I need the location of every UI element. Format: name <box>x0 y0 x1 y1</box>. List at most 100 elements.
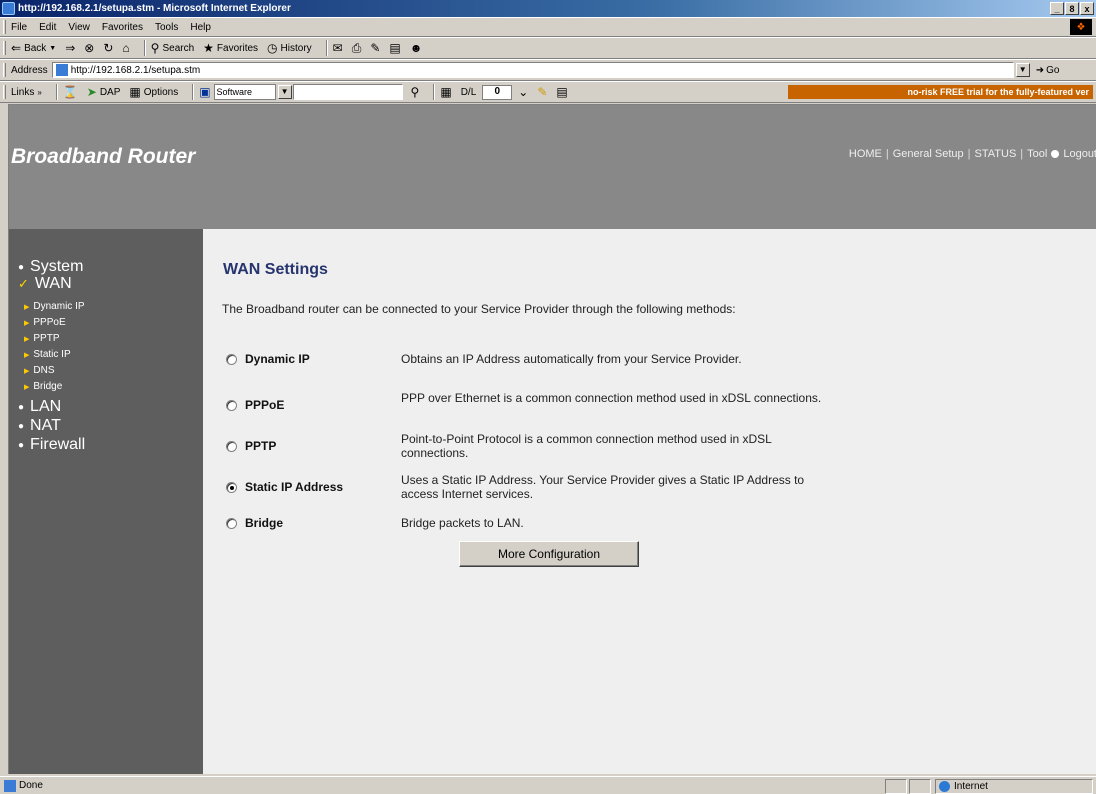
brand-title: Broadband Router <box>11 145 196 168</box>
nav-tool-link[interactable]: Tool <box>1027 148 1047 160</box>
double-chevron-icon: ⌄ <box>518 85 529 99</box>
triangle-icon: ▶ <box>24 303 30 311</box>
sidebar-sub-pptp[interactable]: ▶ PPTP <box>24 333 60 344</box>
toolbar-grip[interactable] <box>3 63 6 77</box>
bullet-icon: ● <box>18 420 25 432</box>
radio-pptp[interactable] <box>226 441 237 452</box>
sidebar-item-system[interactable]: ● System <box>18 258 83 276</box>
ie-icon <box>2 2 15 15</box>
search-input[interactable] <box>292 84 403 100</box>
software-select[interactable]: Software <box>213 84 276 100</box>
logout-dot-icon <box>1051 150 1060 158</box>
menu-file[interactable]: File <box>11 22 27 33</box>
sidebar-item-nat[interactable]: ● NAT <box>18 417 61 435</box>
hourglass-icon: ⌛ <box>62 85 78 99</box>
highlight-button[interactable]: ✎ <box>537 86 547 98</box>
option-desc: Obtains an IP Address automatically from… <box>401 352 742 366</box>
option-bridge: Bridge Bridge packets to LAN. <box>203 515 1096 549</box>
dl-counter: 0 <box>482 84 513 100</box>
menu-view[interactable]: View <box>68 22 90 33</box>
sidebar-sub-static-ip[interactable]: ▶ Static IP <box>24 349 71 360</box>
history-button[interactable]: ◷ History <box>267 42 312 54</box>
toolbar-grip[interactable] <box>3 85 6 99</box>
status-text: Done <box>19 780 43 791</box>
chevron-icon: » <box>37 87 42 97</box>
radio-static-ip[interactable] <box>226 482 237 493</box>
maximize-button[interactable]: 8 <box>1065 2 1079 15</box>
radio-pppoe[interactable] <box>226 400 237 411</box>
option-label: Static IP Address <box>245 480 344 494</box>
router-page: Broadband Router HOME | General Setup | … <box>8 104 1096 774</box>
go-button[interactable]: ➜ Go <box>1036 65 1060 76</box>
mail-icon: ✉ <box>332 41 343 55</box>
options-button[interactable]: ▦ Options <box>129 86 178 98</box>
nav-home-link[interactable]: HOME <box>849 148 882 160</box>
sidebar-sub-bridge[interactable]: ▶ Bridge <box>24 381 62 392</box>
page-header: Broadband Router HOME | General Setup | … <box>9 105 1096 229</box>
magnifier-icon: ⚲ <box>410 85 420 99</box>
links-button[interactable]: Links» <box>11 87 42 98</box>
sidebar-item-firewall[interactable]: ● Firewall <box>18 436 85 454</box>
find-button[interactable]: ⚲ <box>411 86 420 98</box>
address-dropdown-button[interactable]: ▼ <box>1015 63 1030 77</box>
print-button[interactable]: ⎙ <box>352 42 362 54</box>
title-bar: http://192.168.2.1/setupa.stm - Microsof… <box>0 0 1096 17</box>
back-button[interactable]: ⇐ Back ▼ <box>11 42 56 54</box>
triangle-icon: ▶ <box>24 367 30 375</box>
sidebar-item-wan[interactable]: ✓ WAN <box>18 275 72 293</box>
favorites-icon: ★ <box>203 41 214 55</box>
minimize-button[interactable]: _ <box>1050 2 1064 15</box>
forward-arrow-icon: ⇒ <box>65 41 76 55</box>
search-button[interactable]: ⚲ Search <box>151 42 194 54</box>
sidebar-sub-dns[interactable]: ▶ DNS <box>24 365 55 376</box>
option-desc: Point-to-Point Protocol is a common conn… <box>401 432 772 460</box>
toolbar-grip[interactable] <box>3 20 6 34</box>
mail-button[interactable]: ✉ <box>333 42 343 54</box>
sidebar-item-lan[interactable]: ● LAN <box>18 398 61 416</box>
page-icon <box>55 64 68 76</box>
menu-help[interactable]: Help <box>190 22 211 33</box>
favorites-label: Favorites <box>216 42 259 54</box>
radio-dynamic-ip[interactable] <box>226 354 237 365</box>
save-button[interactable]: ▤ <box>556 86 567 98</box>
messenger-button[interactable]: ☻ <box>410 42 423 54</box>
refresh-button[interactable]: ↻ <box>103 42 113 54</box>
menu-tools[interactable]: Tools <box>155 22 178 33</box>
links-bar: Links» ⌛ ➤ DAP ▦ Options ▣ Software ▼ ⚲ ▦ … <box>0 81 1096 103</box>
main-content: WAN Settings The Broadband router can be… <box>203 229 1096 774</box>
option-label: PPPoE <box>245 398 285 412</box>
nav-general-setup-link[interactable]: General Setup <box>893 148 964 160</box>
menu-edit[interactable]: Edit <box>39 22 56 33</box>
save-icon: ▤ <box>556 85 568 99</box>
option-desc: Uses a Static IP Address. Your Service P… <box>401 473 805 501</box>
close-button[interactable]: x <box>1080 2 1094 15</box>
favorites-button[interactable]: ★ Favorites <box>203 42 258 54</box>
grid-button[interactable]: ▦ <box>440 86 451 98</box>
chevron-button[interactable]: ⌄ <box>518 86 528 98</box>
nav-status-link[interactable]: STATUS <box>975 148 1017 160</box>
software-icon: ▣ <box>199 85 211 99</box>
more-configuration-button[interactable]: More Configuration <box>459 541 639 567</box>
promo-banner[interactable]: no-risk FREE trial for the fully-feature… <box>788 85 1093 99</box>
edit-button[interactable]: ✎ <box>370 42 380 54</box>
nav-logout-link[interactable]: Logout <box>1063 148 1096 160</box>
address-input[interactable]: http://192.168.2.1/setupa.stm <box>51 62 1014 78</box>
home-button[interactable]: ⌂ <box>122 42 129 54</box>
address-bar: Address http://192.168.2.1/setupa.stm ▼ … <box>0 59 1096 81</box>
refresh-icon: ↻ <box>103 41 114 55</box>
stop-button[interactable]: ⊗ <box>84 42 94 54</box>
sidebar-sub-dynamic-ip[interactable]: ▶ Dynamic IP <box>24 301 85 312</box>
toolbar-logo-button[interactable]: ⌛ <box>63 86 78 98</box>
forward-button[interactable]: ⇒ <box>65 42 75 54</box>
dap-button[interactable]: ➤ DAP <box>87 86 121 98</box>
security-zone: Internet <box>935 779 1093 794</box>
menu-favorites[interactable]: Favorites <box>102 22 143 33</box>
back-label: Back <box>24 42 47 54</box>
sidebar-sub-pppoe[interactable]: ▶ PPPoE <box>24 317 66 328</box>
discuss-button[interactable]: ▤ <box>389 42 400 54</box>
browser-window: http://192.168.2.1/setupa.stm - Microsof… <box>0 0 1096 794</box>
radio-bridge[interactable] <box>226 518 237 529</box>
menu-bar: File Edit View Favorites Tools Help ❖ <box>0 17 1096 37</box>
toolbar-grip[interactable] <box>3 41 6 55</box>
software-dropdown-button[interactable]: ▼ <box>277 85 292 99</box>
